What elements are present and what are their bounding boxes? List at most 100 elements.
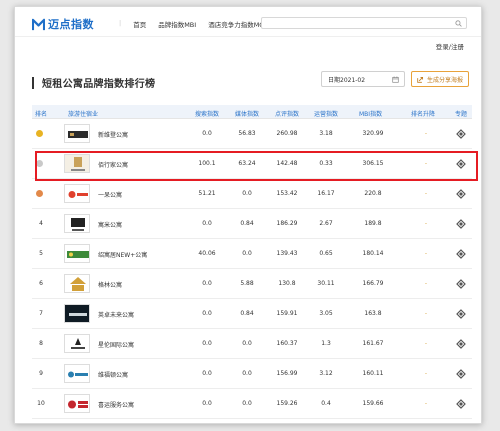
rank-number: 8 (39, 340, 43, 347)
brand-name[interactable]: 新维登公寓 (98, 130, 128, 139)
media-index-value: 0.0 (242, 400, 252, 407)
brand-name[interactable]: 格林公寓 (98, 280, 122, 289)
col-review-index[interactable]: 点评指数 (275, 109, 299, 118)
brand-name[interactable]: 星伦国际公寓 (98, 340, 134, 349)
logo-text: 迈点指数 (48, 18, 94, 31)
table-row[interactable]: 7 英卓未来公寓 0.0 0.84 159.91 3.05 163.8 - (32, 299, 472, 329)
calendar-icon (392, 76, 399, 83)
search-index-value: 0.0 (202, 370, 212, 377)
media-index-value: 0.84 (240, 310, 254, 317)
search-index-value: 51.21 (198, 190, 216, 197)
page-title-row: 短租公寓品牌指数排行榜 (32, 75, 155, 90)
brand-name[interactable]: 喜运服务公寓 (98, 400, 134, 409)
review-index-value: 160.37 (276, 340, 298, 347)
topic-icon[interactable] (456, 249, 466, 259)
ops-index-value: 3.05 (319, 310, 333, 317)
topic-icon[interactable] (456, 369, 466, 379)
mbi-index-value: 163.8 (364, 310, 382, 317)
login-register-link[interactable]: 登录/注册 (436, 41, 464, 51)
topic-icon[interactable] (456, 219, 466, 229)
ops-index-value: 2.67 (319, 220, 333, 227)
media-index-value: 56.83 (238, 130, 256, 137)
col-mbi-index[interactable]: MBI指数 (359, 109, 382, 118)
col-search-index[interactable]: 搜索指数 (195, 109, 219, 118)
brand-logo[interactable] (64, 124, 90, 143)
date-picker[interactable]: 日期2021-02 (321, 71, 405, 87)
media-index-value: 63.24 (238, 160, 256, 167)
mbi-index-value: 161.67 (362, 340, 384, 347)
brand-name[interactable]: 绍寓居NEW+公寓 (98, 250, 147, 259)
rank-change-value: - (424, 130, 428, 137)
media-index-value: 5.88 (240, 280, 254, 287)
topic-icon[interactable] (456, 339, 466, 349)
search-index-value: 0.0 (202, 280, 212, 287)
rank-number: 9 (39, 370, 43, 377)
brand-name[interactable]: 维福顿公寓 (98, 370, 128, 379)
nav-home[interactable]: 首页 (133, 19, 146, 29)
col-ops-index[interactable]: 运营指数 (314, 109, 338, 118)
mbi-index-value: 189.8 (364, 220, 382, 227)
logo-icon (32, 18, 45, 30)
brand-logo[interactable] (64, 214, 90, 233)
brand-name[interactable]: 佰行家公寓 (98, 160, 128, 169)
brand-name[interactable]: 一呆公寓 (98, 190, 122, 199)
brand-logo[interactable] (64, 184, 90, 203)
review-index-value: 186.29 (276, 220, 298, 227)
table-row[interactable]: 10 喜运服务公寓 0.0 0.0 159.26 0.4 159.66 - (32, 389, 472, 419)
table-row[interactable]: 9 维福顿公寓 0.0 0.0 156.99 3.12 160.11 - (32, 359, 472, 389)
search-input[interactable] (261, 17, 467, 29)
topic-icon[interactable] (456, 189, 466, 199)
brand-name[interactable]: 英卓未来公寓 (98, 310, 134, 319)
mbi-index-value: 160.11 (362, 370, 384, 377)
brand-logo[interactable] (64, 304, 90, 323)
mbi-index-value: 320.99 (362, 130, 384, 137)
topic-icon[interactable] (456, 159, 466, 169)
site-logo[interactable]: 迈点指数 (32, 16, 94, 32)
table-row[interactable]: 4 寓米公寓 0.0 0.84 186.29 2.67 189.8 - (32, 209, 472, 239)
nav-brand-index[interactable]: 品牌指数MBI (158, 19, 196, 29)
rank-number: 4 (39, 220, 43, 227)
share-label: 生成分享海报 (426, 76, 463, 84)
brand-logo[interactable] (64, 364, 90, 383)
table-row[interactable]: 佰行家公寓 100.1 63.24 142.48 0.33 306.15 - (32, 149, 472, 179)
table-header: 排名 旅游住宿业 搜索指数 媒体指数 点评指数 运营指数 MBI指数 排名升降 … (32, 105, 472, 119)
table-row[interactable]: 5 绍寓居NEW+公寓 40.06 0.0 139.43 0.65 180.14 - (32, 239, 472, 269)
brand-logo[interactable] (64, 154, 90, 173)
topic-icon[interactable] (456, 309, 466, 319)
rank-number: 10 (37, 400, 45, 407)
review-index-value: 142.48 (276, 160, 298, 167)
brand-logo[interactable] (64, 244, 90, 263)
topic-icon[interactable] (456, 279, 466, 289)
rank-change-value: - (424, 250, 428, 257)
brand-logo[interactable] (64, 394, 90, 413)
review-index-value: 159.26 (276, 400, 298, 407)
table-row[interactable]: 一呆公寓 51.21 0.0 153.42 16.17 220.8 - (32, 179, 472, 209)
brand-name[interactable]: 寓米公寓 (98, 220, 122, 229)
brand-logo[interactable] (64, 334, 90, 353)
brand-logo[interactable] (64, 274, 90, 293)
top-navigation-bar: 迈点指数 | 首页 品牌指数MBI 酒店竞争力指数MCI (15, 7, 481, 37)
topic-icon[interactable] (456, 399, 466, 409)
rank-medal-icon (36, 190, 43, 197)
media-index-value: 0.84 (240, 220, 254, 227)
nav-hotel-index[interactable]: 酒店竞争力指数MCI (208, 19, 266, 29)
col-media-index[interactable]: 媒体指数 (235, 109, 259, 118)
topic-icon[interactable] (456, 129, 466, 139)
table-body: 新维登公寓 0.0 56.83 260.98 3.18 320.99 - 佰行家公寓 100.1… (32, 119, 472, 419)
rank-change-value: - (424, 280, 428, 287)
rank-change-value: - (424, 220, 428, 227)
search-index-value: 100.1 (198, 160, 216, 167)
table-row[interactable]: 新维登公寓 0.0 56.83 260.98 3.18 320.99 - (32, 119, 472, 149)
share-poster-button[interactable]: 生成分享海报 (411, 71, 469, 87)
mbi-index-value: 306.15 (362, 160, 384, 167)
ops-index-value: 3.12 (319, 370, 333, 377)
review-index-value: 130.8 (278, 280, 296, 287)
rank-change-value: - (424, 160, 428, 167)
table-row[interactable]: 6 格林公寓 0.0 5.88 130.8 30.11 166.79 - (32, 269, 472, 299)
search-icon[interactable] (455, 20, 462, 27)
mbi-index-value: 220.8 (364, 190, 382, 197)
media-index-value: 0.0 (242, 190, 252, 197)
table-row[interactable]: 8 星伦国际公寓 0.0 0.0 160.37 1.3 161.67 - (32, 329, 472, 359)
rank-medal-icon (36, 160, 43, 167)
review-index-value: 159.91 (276, 310, 298, 317)
